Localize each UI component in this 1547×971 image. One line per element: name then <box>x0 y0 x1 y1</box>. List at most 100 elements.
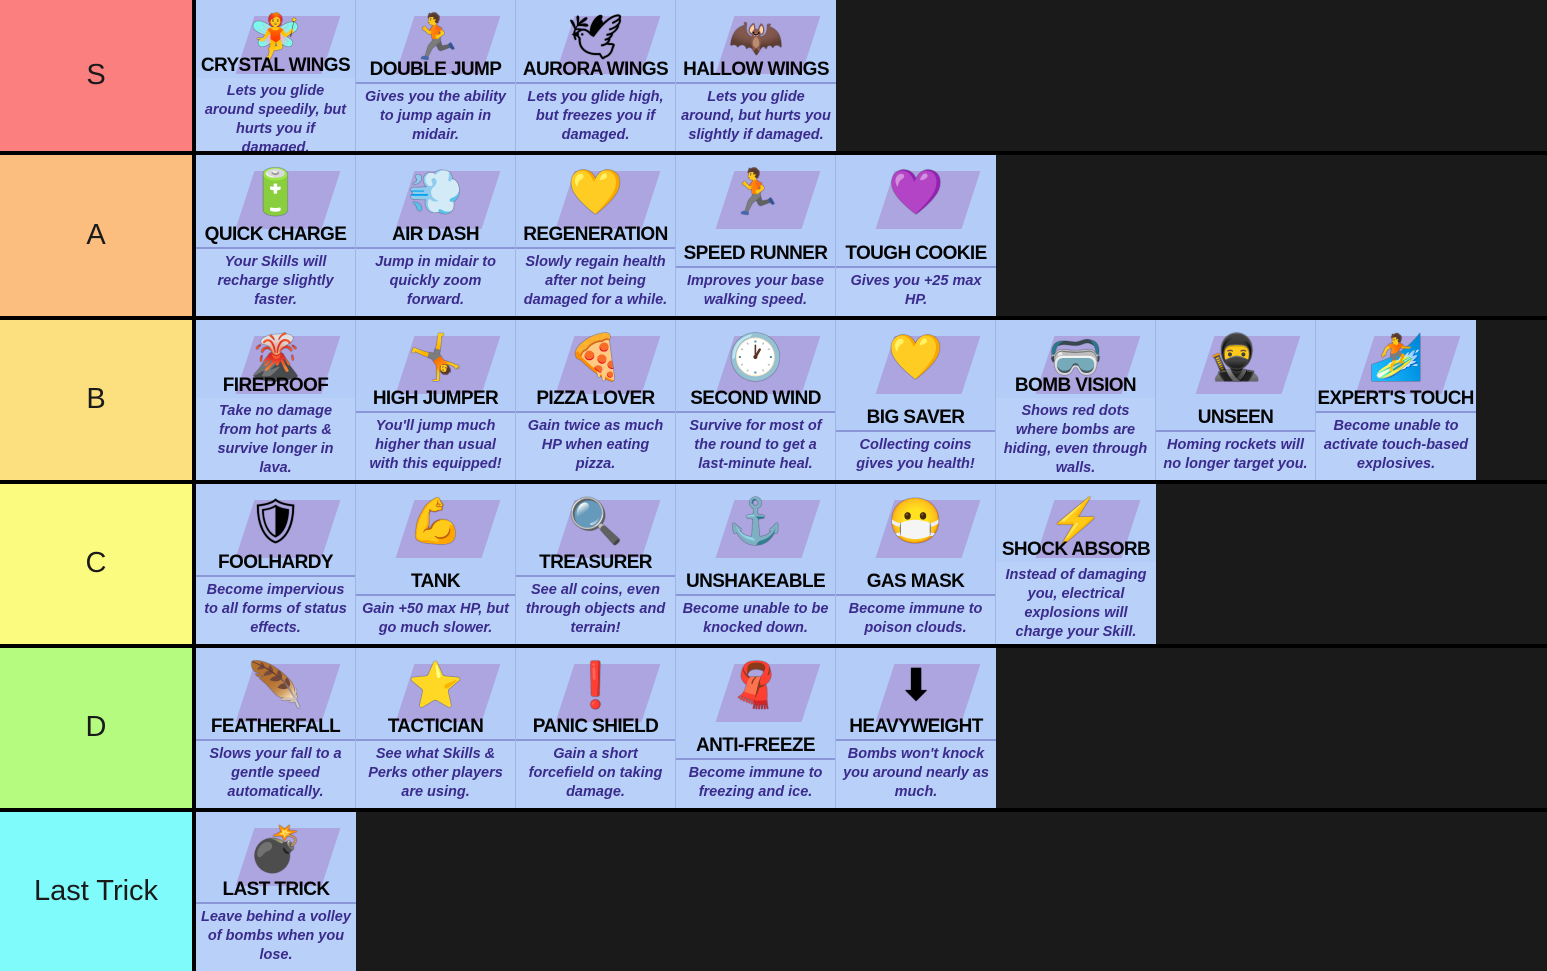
tier-label-a[interactable]: A <box>0 155 196 316</box>
double-jump-icon-glyph: 🏃 <box>408 13 463 62</box>
tier-label-s[interactable]: S <box>0 0 196 151</box>
coin-heart-icon-glyph: 💛 <box>888 333 943 382</box>
aurora-wings-icon-glyph: 🕊 <box>567 13 624 62</box>
perk-card[interactable]: 🪶 FEATHERFALL Slows your fall to a gentle … <box>196 648 356 808</box>
perk-name: HIGH JUMPER <box>372 387 499 409</box>
perk-art-area: 🌋 FIREPROOF <box>196 320 355 398</box>
down-arrow-icon-glyph: ⬇ <box>897 661 935 710</box>
perk-card[interactable]: 🌋 FIREPROOF Take no damage from hot parts … <box>196 320 356 480</box>
shield-icon-glyph: 🛡 <box>247 497 304 546</box>
tier-row-d: D 🪶 FEATHERFALL Slows your fall to a gentle… <box>0 648 1547 812</box>
perk-card[interactable]: 🦇 HALLOW WINGS Lets you glide around, but … <box>676 0 836 151</box>
tier-row-last-trick: Last Trick 💣 LAST TRICK Leave behind a voll… <box>0 812 1547 971</box>
feather-icon-glyph: 🪶 <box>248 661 303 710</box>
perk-description: Leave behind a volley of bombs when you … <box>196 903 356 971</box>
perk-art-area: 😷 GAS MASK <box>836 484 995 594</box>
perk-card[interactable]: 🛡 FOOLHARDY Become impervious to all forms… <box>196 484 356 644</box>
star-plus-icon: ⭐ <box>377 652 500 722</box>
perk-name: AIR DASH <box>391 223 480 245</box>
perk-description: Gives you +25 max HP. <box>836 267 996 316</box>
perk-description: Slowly regain health after not being dam… <box>516 248 675 316</box>
magnifier-icon-glyph: 🔍 <box>568 497 623 546</box>
perk-art-area: ⬇ HEAVYWEIGHT <box>836 648 996 739</box>
perk-card[interactable]: 🔋 QUICK CHARGE Your Skills will recharge s… <box>196 155 356 316</box>
perk-art-area: 🕐 SECOND WIND <box>676 320 835 411</box>
perk-name: GAS MASK <box>866 570 965 592</box>
perk-card[interactable]: ⚓ UNSHAKEABLE Become unable to be knocked … <box>676 484 836 644</box>
crystal-wings-icon-glyph: 🧚 <box>248 13 303 62</box>
tier-label-last-trick[interactable]: Last Trick <box>0 812 196 971</box>
perk-description: Gain a short forcefield on taking damage… <box>516 740 675 808</box>
perk-card[interactable]: 🧚 CRYSTAL WINGS Lets you glide around spee… <box>196 0 356 151</box>
tier-items-container: 🌋 FIREPROOF Take no damage from hot parts … <box>196 320 1476 480</box>
perk-card[interactable]: 💪 TANK Gain +50 max HP, but go much slower… <box>356 484 516 644</box>
perk-description: Become immune to freezing and ice. <box>676 759 835 808</box>
battery-icon-glyph: 🔋 <box>248 168 303 217</box>
perk-description: Survive for most of the round to get a l… <box>676 412 835 480</box>
perk-name: ANTI-FREEZE <box>695 734 816 756</box>
perk-description: Collecting coins gives you health! <box>836 431 995 480</box>
perk-name: DOUBLE JUMP <box>369 58 502 80</box>
perk-card[interactable]: 🏃 SPEED RUNNER Improves your base walking … <box>676 155 836 316</box>
perk-description: Your Skills will recharge slightly faste… <box>196 248 355 316</box>
perk-art-area: 🍕 PIZZA LOVER <box>516 320 675 411</box>
down-arrow-icon: ⬇ <box>857 652 981 722</box>
lightning-face-icon-glyph: ⚡ <box>1048 497 1104 546</box>
perk-card[interactable]: 🧣 ANTI-FREEZE Become immune to freezing an… <box>676 648 836 808</box>
tier-row-s: S 🧚 CRYSTAL WINGS Lets you glide around spe… <box>0 0 1547 155</box>
perk-card[interactable]: ⚡ SHOCK ABSORB Instead of damaging you, el… <box>996 484 1156 644</box>
pizza-icon-glyph: 🍕 <box>568 333 623 382</box>
perk-name: BIG SAVER <box>866 406 965 428</box>
perk-description: Become unable to be knocked down. <box>676 595 835 644</box>
perk-card[interactable]: 🔍 TREASURER See all coins, even through ob… <box>516 484 676 644</box>
perk-card[interactable]: 🏄 EXPERT'S TOUCH Become unable to activate… <box>1316 320 1476 480</box>
bomb-icon-glyph: 💣 <box>248 825 304 874</box>
perk-card[interactable]: 💛 REGENERATION Slowly regain health after … <box>516 155 676 316</box>
tier-label-c[interactable]: C <box>0 484 196 644</box>
bomb-icon: 💣 <box>217 816 341 886</box>
perk-description: Bombs won't knock you around nearly as m… <box>836 740 996 808</box>
perk-art-area: 🔋 QUICK CHARGE <box>196 155 355 247</box>
perk-art-area: ❗ PANIC SHIELD <box>516 648 675 739</box>
perk-card[interactable]: 🕊 AURORA WINGS Lets you glide high, but fr… <box>516 0 676 151</box>
perk-card[interactable]: ⬇ HEAVYWEIGHT Bombs won't knock you around… <box>836 648 996 808</box>
gas-mask-icon: 😷 <box>857 488 980 558</box>
perk-card[interactable]: 😷 GAS MASK Become immune to poison clouds. <box>836 484 996 644</box>
perk-card[interactable]: 💛 BIG SAVER Collecting coins gives you hea… <box>836 320 996 480</box>
perk-name: TREASURER <box>539 551 652 573</box>
winter-hat-icon: 🧣 <box>697 652 820 722</box>
perk-name: PANIC SHIELD <box>532 715 659 737</box>
perk-card[interactable]: 🥽 BOMB VISION Shows red dots where bombs a… <box>996 320 1156 480</box>
perk-card[interactable]: 🍕 PIZZA LOVER Gain twice as much HP when e… <box>516 320 676 480</box>
perk-description: Lets you glide around, but hurts you sli… <box>676 83 836 151</box>
perk-card[interactable]: ❗ PANIC SHIELD Gain a short forcefield on … <box>516 648 676 808</box>
perk-card[interactable]: 💣 LAST TRICK Leave behind a volley of bomb… <box>196 812 356 971</box>
perk-name: FEATHERFALL <box>210 715 341 737</box>
perk-art-area: 💜 TOUGH COOKIE <box>836 155 996 266</box>
perk-name: TANK <box>411 570 461 592</box>
perk-description: Shows red dots where bombs are hiding, e… <box>996 398 1155 480</box>
perk-card[interactable]: ⭐ TACTICIAN See what Skills & Perks other … <box>356 648 516 808</box>
perk-description: Gain +50 max HP, but go much slower. <box>356 595 515 644</box>
tier-items-container: 🛡 FOOLHARDY Become impervious to all forms… <box>196 484 1156 644</box>
perk-card[interactable]: 💜 TOUGH COOKIE Gives you +25 max HP. <box>836 155 996 316</box>
perk-card[interactable]: 🥷 UNSEEN Homing rockets will no longer tar… <box>1156 320 1316 480</box>
perk-name: EXPERT'S TOUCH <box>1317 387 1475 409</box>
high-jumper-icon: 🤸 <box>377 324 500 394</box>
perk-name: REGENERATION <box>523 223 668 245</box>
perk-card[interactable]: 🤸 HIGH JUMPER You'll jump much higher than… <box>356 320 516 480</box>
tier-label-b[interactable]: B <box>0 320 196 480</box>
tier-label-d[interactable]: D <box>0 648 196 808</box>
perk-card[interactable]: 🏃 DOUBLE JUMP Gives you the ability to jum… <box>356 0 516 151</box>
battery-icon: 🔋 <box>217 159 340 229</box>
perk-art-area: ⚡ SHOCK ABSORB <box>996 484 1156 562</box>
gas-mask-icon-glyph: 😷 <box>888 497 943 546</box>
perk-name: UNSHAKEABLE <box>685 570 826 592</box>
perk-card[interactable]: 🕐 SECOND WIND Survive for most of the roun… <box>676 320 836 480</box>
surfer-icon: 🏄 <box>1337 324 1461 394</box>
tier-items-container: 🧚 CRYSTAL WINGS Lets you glide around spee… <box>196 0 836 151</box>
air-dash-icon-glyph: 💨 <box>408 168 463 217</box>
perk-card[interactable]: 💨 AIR DASH Jump in midair to quickly zoom … <box>356 155 516 316</box>
perk-name: QUICK CHARGE <box>204 223 347 245</box>
perk-art-area: ⚓ UNSHAKEABLE <box>676 484 835 594</box>
